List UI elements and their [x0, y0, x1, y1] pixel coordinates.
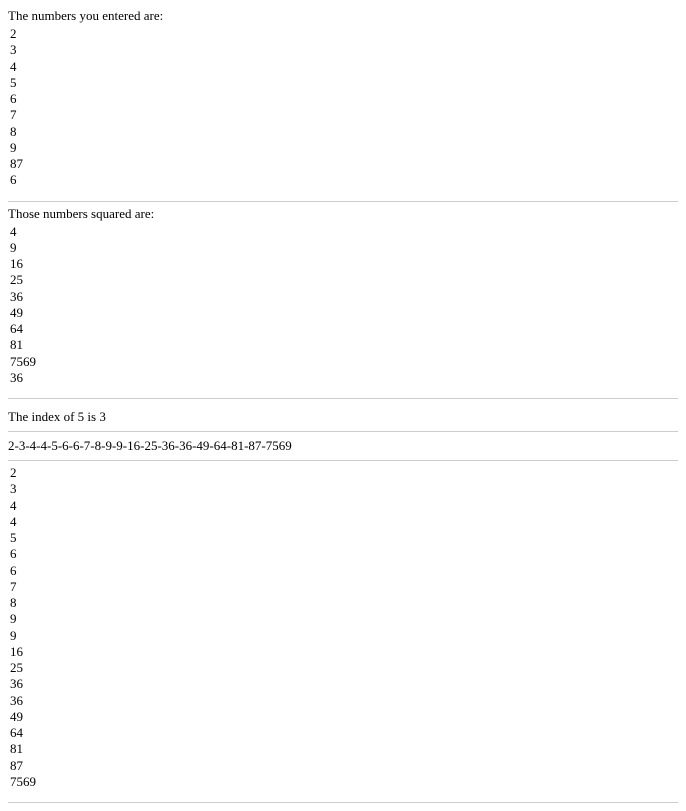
list-item: 7: [8, 579, 678, 595]
index-text: The index of 5 is 3: [8, 407, 678, 427]
list-item: 64: [8, 725, 678, 741]
list-item: 49: [8, 709, 678, 725]
list-item: 3: [8, 42, 678, 58]
list-item: 8: [8, 124, 678, 140]
list-item: 36: [8, 370, 678, 386]
squared-numbers-list: 49162536496481756936: [8, 224, 678, 387]
list-item: 64: [8, 321, 678, 337]
list-item: 4: [8, 498, 678, 514]
list-item: 9: [8, 611, 678, 627]
list-item: 2: [8, 465, 678, 481]
list-item: 6: [8, 91, 678, 107]
sorted-numbers-list: 2344566789916253636496481877569: [8, 465, 678, 790]
squared-numbers-section: Those numbers squared are: 4916253649648…: [8, 206, 678, 400]
index-section: The index of 5 is 3: [8, 403, 678, 432]
list-item: 4: [8, 514, 678, 530]
list-item: 7569: [8, 354, 678, 370]
list-item: 25: [8, 660, 678, 676]
list-item: 7: [8, 107, 678, 123]
squared-numbers-heading: Those numbers squared are:: [8, 206, 678, 222]
list-item: 6: [8, 172, 678, 188]
list-item: 36: [8, 693, 678, 709]
list-item: 81: [8, 741, 678, 757]
list-item: 25: [8, 272, 678, 288]
list-item: 5: [8, 75, 678, 91]
list-item: 5: [8, 530, 678, 546]
list-item: 8: [8, 595, 678, 611]
list-item: 7569: [8, 774, 678, 790]
sorted-numbers-section: 2344566789916253636496481877569: [8, 461, 678, 803]
list-item: 9: [8, 140, 678, 156]
list-item: 81: [8, 337, 678, 353]
list-item: 36: [8, 289, 678, 305]
list-item: 6: [8, 563, 678, 579]
joined-text: 2-3-4-4-5-6-6-7-8-9-9-16-25-36-36-49-64-…: [8, 436, 678, 456]
list-item: 2: [8, 26, 678, 42]
list-item: 16: [8, 644, 678, 660]
joined-section: 2-3-4-4-5-6-6-7-8-9-9-16-25-36-36-49-64-…: [8, 432, 678, 461]
list-item: 36: [8, 676, 678, 692]
entered-numbers-heading: The numbers you entered are:: [8, 8, 678, 24]
list-item: 87: [8, 156, 678, 172]
list-item: 9: [8, 240, 678, 256]
entered-numbers-list: 23456789876: [8, 26, 678, 189]
list-item: 4: [8, 224, 678, 240]
list-item: 87: [8, 758, 678, 774]
list-item: 16: [8, 256, 678, 272]
entered-numbers-section: The numbers you entered are: 23456789876: [8, 8, 678, 202]
list-item: 49: [8, 305, 678, 321]
list-item: 9: [8, 628, 678, 644]
list-item: 6: [8, 546, 678, 562]
list-item: 3: [8, 481, 678, 497]
list-item: 4: [8, 59, 678, 75]
